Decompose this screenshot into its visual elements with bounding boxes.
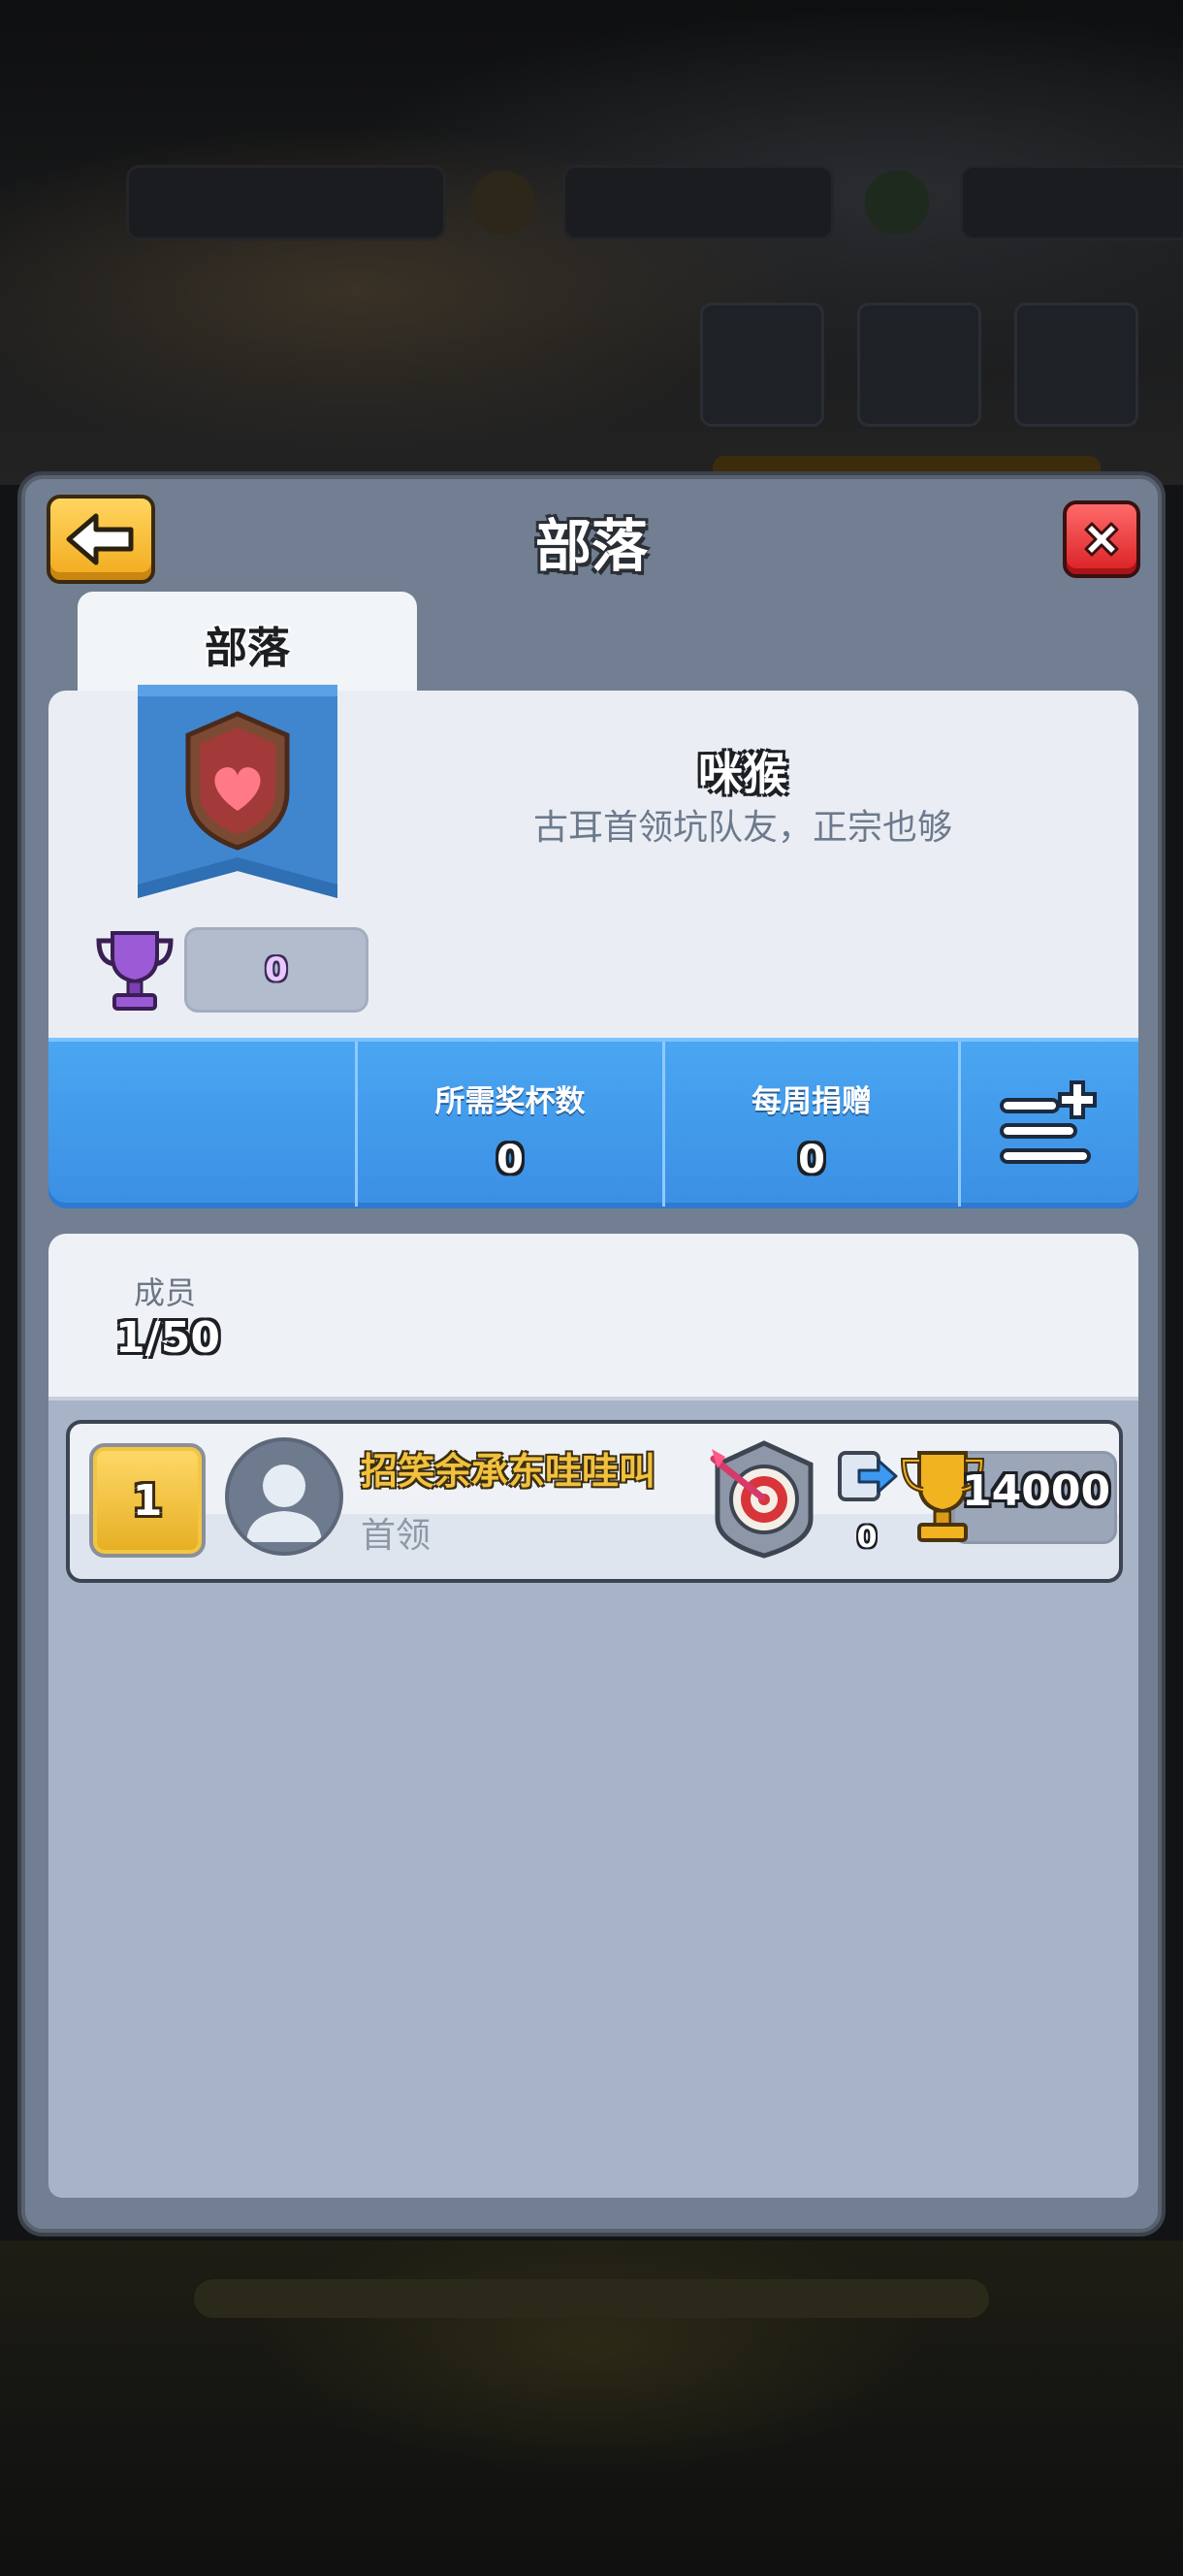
arena-target-icon: [710, 1440, 814, 1559]
bg-coin-icon: [471, 171, 535, 235]
members-list[interactable]: 1 招笑余承东哇哇叫 首领 0 14000: [48, 1401, 1138, 2198]
purple-trophy-icon: [96, 931, 174, 1011]
background-scene-bottom: [0, 2240, 1183, 2576]
donation-card-icon: [838, 1451, 898, 1501]
clan-stats-bar: 所需奖杯数 0 每周捐赠 0: [48, 1038, 1138, 1208]
member-role: 首领: [361, 1516, 432, 1556]
stat-label: 每周捐赠: [751, 1084, 872, 1119]
close-button[interactable]: [1063, 500, 1140, 578]
user-silhouette-icon: [246, 1465, 322, 1542]
bg-tile: [1014, 303, 1138, 427]
members-count: 1/50: [115, 1313, 220, 1363]
bg-glow: [194, 2279, 989, 2318]
clan-options-button[interactable]: [960, 1042, 1138, 1207]
background-scene: [0, 0, 1183, 495]
clan-description: 古耳首领坑队友，正宗也够: [532, 808, 952, 848]
member-trophies: 14000: [962, 1466, 1111, 1516]
members-header: 成员 1/50: [48, 1234, 1138, 1401]
list-add-icon: [1000, 1080, 1097, 1164]
stat-weekly-donations: 每周捐赠 0: [665, 1042, 958, 1207]
members-label: 成员: [133, 1274, 196, 1311]
bg-resource-bar: [126, 165, 446, 241]
dialog-title: 部落: [534, 513, 648, 579]
bg-tile: [857, 303, 981, 427]
bg-gem-icon: [865, 171, 929, 235]
tab-clan[interactable]: 部落: [78, 592, 417, 698]
member-rank: 1: [89, 1443, 206, 1558]
avatar[interactable]: [225, 1437, 343, 1556]
stat-value: 0: [798, 1138, 825, 1182]
stat-required-trophies: 所需奖杯数 0: [358, 1042, 662, 1207]
clan-trophy-value: 0: [184, 927, 368, 1013]
stat-value: 0: [496, 1138, 524, 1182]
member-name: 招笑余承东哇哇叫: [361, 1450, 656, 1493]
member-donations: 0: [856, 1521, 878, 1555]
stat-label: 所需奖杯数: [434, 1084, 586, 1119]
bg-resource-bar: [960, 165, 1183, 241]
bg-tile: [700, 303, 824, 427]
clan-name: 咪猴: [698, 748, 787, 800]
close-icon: [1084, 522, 1119, 557]
clan-dialog: 部落 部落 0 咪猴 古耳首领坑队友，正宗也够 所需奖杯数 0 每周捐赠 0 成…: [21, 475, 1162, 2233]
member-row[interactable]: 1 招笑余承东哇哇叫 首领 0 14000: [66, 1420, 1123, 1583]
bg-resource-bar: [562, 165, 834, 241]
tab-clan-label: 部落: [205, 624, 290, 673]
